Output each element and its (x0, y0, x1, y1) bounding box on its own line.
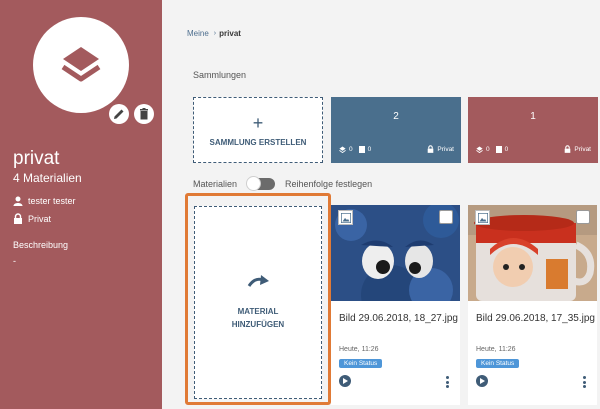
material-title: Bild 29.06.2018, 17_35.jpg (476, 313, 595, 324)
layers-icon (61, 47, 101, 82)
play-icon[interactable] (476, 375, 488, 387)
collection-card[interactable]: 1 0 0 Privat (468, 97, 598, 163)
more-options-icon[interactable] (445, 376, 449, 388)
image-type-icon (475, 210, 490, 225)
add-material-label: MATERIAL HINZUFÜGEN (231, 306, 285, 329)
collection-card[interactable]: 2 0 0 Privat (331, 97, 461, 163)
collection-title: privat (13, 148, 60, 169)
lock-icon (428, 145, 434, 153)
edit-button[interactable] (109, 104, 129, 124)
visibility-label: Privat (574, 145, 591, 153)
toggle-knob (246, 176, 262, 191)
materials-section-label: Materialien (193, 179, 238, 189)
add-material-button[interactable]: MATERIAL HINZUFÜGEN (194, 206, 322, 399)
document-icon (358, 146, 365, 153)
trash-icon (140, 108, 148, 120)
plus-icon: + (252, 112, 264, 133)
picture-icon (341, 213, 351, 223)
collection-card-name: 2 (393, 111, 399, 122)
lock-icon (565, 145, 571, 153)
breadcrumb-separator: › (213, 30, 217, 37)
collection-avatar (33, 17, 129, 113)
material-date: Heute, 11:26 (476, 346, 516, 353)
delete-button[interactable] (134, 104, 154, 124)
collection-card-stats: 0 0 (339, 146, 371, 153)
material-thumbnail (331, 205, 460, 301)
select-checkbox[interactable] (439, 210, 453, 224)
document-icon (495, 146, 502, 153)
subcollection-count: 0 (349, 146, 353, 153)
material-count: 0 (367, 146, 372, 153)
subcollection-count: 0 (486, 146, 490, 153)
visibility-label: Privat (437, 145, 454, 153)
material-card[interactable]: Bild 29.06.2018, 17_35.jpg Heute, 11:26 … (468, 205, 597, 405)
collections-section-label: Sammlungen (193, 70, 247, 80)
collection-card-stats: 0 0 (476, 146, 508, 153)
more-options-icon[interactable] (582, 376, 586, 388)
order-toggle-row: Materialien Reihenfolge festlegen (193, 176, 373, 191)
owner-row: tester tester (13, 196, 76, 206)
select-checkbox[interactable] (576, 210, 590, 224)
layers-icon (476, 146, 483, 153)
image-type-icon (338, 210, 353, 225)
status-badge: Kein Status (339, 359, 383, 368)
main-content: Meine › privat Sammlungen + SAMMLUNG ERS… (162, 0, 600, 409)
order-toggle-label: Reihenfolge festlegen (285, 179, 373, 189)
breadcrumb-current: privat (219, 29, 241, 38)
material-count: 4 Materialien (13, 171, 82, 185)
create-collection-label: SAMMLUNG ERSTELLEN (209, 137, 307, 147)
material-date: Heute, 11:26 (339, 346, 379, 353)
material-title: Bild 29.06.2018, 18_27.jpg (339, 313, 458, 324)
pencil-icon (114, 109, 124, 119)
breadcrumb-root-link[interactable]: Meine (187, 29, 209, 38)
status-badge: Kein Status (476, 359, 520, 368)
layers-icon (339, 146, 346, 153)
lock-icon (14, 213, 22, 224)
owner-name: tester tester (28, 196, 76, 206)
play-glyph (480, 378, 485, 384)
breadcrumb: Meine › privat (187, 29, 241, 38)
material-card[interactable]: Bild 29.06.2018, 18_27.jpg Heute, 11:26 … (331, 205, 460, 405)
redo-arrow-icon (247, 274, 269, 287)
create-collection-button[interactable]: + SAMMLUNG ERSTELLEN (193, 97, 323, 163)
play-glyph (343, 378, 348, 384)
play-icon[interactable] (339, 375, 351, 387)
description-value: - (13, 256, 16, 266)
add-material-highlight: MATERIAL HINZUFÜGEN (185, 193, 331, 405)
visibility-label: Privat (28, 213, 52, 224)
collection-sidebar: privat 4 Materialien tester tester Priva… (0, 0, 162, 409)
user-icon (13, 196, 23, 206)
picture-icon (478, 213, 488, 223)
material-count: 0 (504, 146, 509, 153)
collection-card-name: 1 (530, 111, 536, 122)
collection-card-visibility: Privat (427, 145, 454, 153)
material-thumbnail (468, 205, 597, 301)
visibility-row: Privat (13, 213, 51, 224)
description-label: Beschreibung (13, 240, 69, 250)
order-toggle[interactable] (246, 176, 276, 191)
collection-card-visibility: Privat (564, 145, 591, 153)
